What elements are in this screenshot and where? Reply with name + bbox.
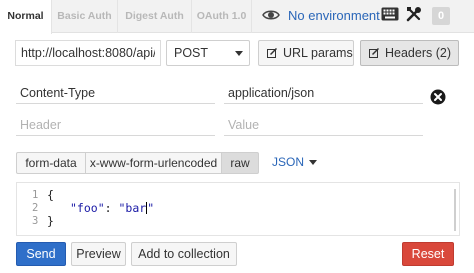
remove-header-icon[interactable] (430, 89, 446, 105)
code-line: } (47, 214, 54, 228)
code-line: { (47, 188, 54, 202)
json-value-end: " (147, 201, 155, 215)
line-number: 2 (32, 202, 39, 214)
add-to-collection-button[interactable]: Add to collection (131, 242, 237, 266)
url-input[interactable] (15, 40, 161, 66)
preview-button[interactable]: Preview (71, 242, 126, 266)
header-value-input[interactable] (224, 82, 423, 104)
chevron-down-icon (309, 160, 318, 166)
line-number: 1 (32, 189, 39, 201)
body-editor[interactable]: 1 2 3 { "foo": "bar" } (16, 182, 460, 236)
raw-format-select[interactable]: JSON (272, 152, 318, 174)
headers-label: Headers (2) (385, 46, 451, 60)
url-params-label: URL params (283, 46, 353, 60)
method-value: POST (174, 46, 209, 60)
tab-oauth[interactable]: OAuth 1.0 (192, 0, 252, 33)
keyboard-icon[interactable] (381, 7, 399, 21)
json-key: "foo" (70, 201, 105, 215)
headers-button[interactable]: Headers (2) (360, 40, 459, 66)
body-type-urlencoded[interactable]: x-www-form-urlencoded (85, 152, 222, 174)
eye-icon[interactable] (262, 8, 280, 22)
new-header-key-input[interactable] (16, 114, 215, 136)
json-value: "bar (118, 201, 147, 215)
chevron-down-icon (235, 51, 243, 56)
body-type-form-data[interactable]: form-data (16, 152, 86, 174)
new-header-value-input[interactable] (224, 114, 423, 136)
tab-basic-auth[interactable]: Basic Auth (52, 0, 118, 33)
reset-button[interactable]: Reset (402, 242, 454, 266)
raw-format-value: JSON (272, 155, 305, 169)
tab-digest-auth[interactable]: Digest Auth (118, 0, 192, 33)
header-key-input[interactable] (16, 82, 215, 104)
url-params-button[interactable]: URL params (258, 40, 354, 66)
json-colon: : (104, 201, 119, 215)
wrench-screwdriver-icon[interactable] (406, 6, 422, 22)
notification-badge[interactable]: 0 (432, 7, 450, 25)
editor-scrollbar[interactable] (454, 189, 456, 231)
body-type-raw[interactable]: raw (221, 152, 259, 174)
line-number: 3 (32, 215, 39, 227)
edit-icon (267, 48, 277, 58)
top-tab-bar: Normal Basic Auth Digest Auth OAuth 1.0 … (0, 0, 474, 34)
tab-normal[interactable]: Normal (0, 0, 52, 34)
environment-label: No environment (288, 8, 380, 23)
send-button[interactable]: Send (16, 242, 66, 266)
environment-select[interactable]: No environment (288, 0, 392, 32)
code-line: "foo": "bar" (70, 201, 154, 215)
method-select[interactable]: POST (166, 40, 250, 66)
edit-icon (369, 48, 379, 58)
